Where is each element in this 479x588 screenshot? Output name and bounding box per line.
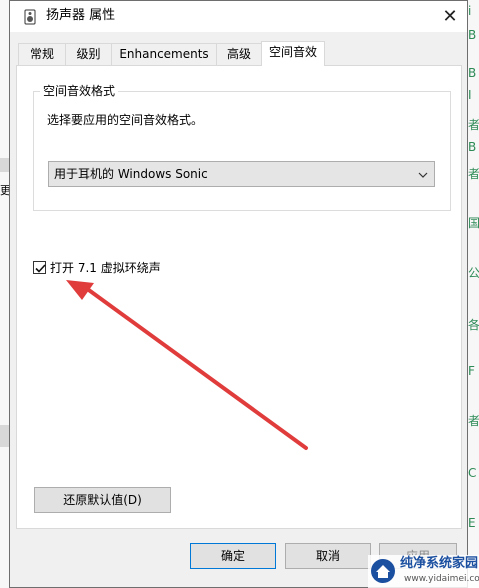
group-description: 选择要应用的空间音效格式。 [47, 113, 204, 127]
tab-spatial-sound[interactable]: 空间音效 [261, 41, 325, 66]
background-char: B [468, 66, 477, 80]
dropdown-value: 用于耳机的 Windows Sonic [54, 167, 208, 181]
watermark: 纯净系统家园 www.yidaimei.com [368, 555, 479, 588]
watermark-name: 纯净系统家园 [400, 556, 479, 571]
virtual-surround-label: 打开 7.1 虚拟环绕声 [50, 261, 161, 275]
ok-button[interactable]: 确定 [190, 543, 276, 569]
close-button[interactable]: ✕ [433, 1, 467, 32]
group-title: 空间音效格式 [40, 83, 119, 99]
spatial-sound-panel: 空间音效格式 选择要应用的空间音效格式。 用于耳机的 Windows Sonic… [16, 65, 462, 529]
background-char: 国 [468, 216, 479, 230]
window-title: 扬声器 属性 [46, 8, 116, 23]
background-char: i [468, 4, 472, 18]
background-char: 公 [468, 266, 479, 280]
tab-levels[interactable]: 级别 [65, 43, 112, 65]
speaker-icon [22, 9, 38, 25]
watermark-url: www.yidaimei.com [404, 574, 479, 584]
speaker-properties-dialog: 扬声器 属性 ✕ 常规 级别 Enhancements 高级 空间音效 空间音效… [9, 0, 468, 588]
background-char: C [468, 466, 477, 480]
background-char: B [468, 28, 477, 42]
cancel-button[interactable]: 取消 [285, 543, 371, 569]
close-icon: ✕ [442, 6, 458, 27]
background-char: 各 [468, 318, 479, 332]
background-char: 者 [468, 118, 479, 132]
watermark-logo-icon [370, 558, 396, 584]
tab-enhancements[interactable]: Enhancements [111, 43, 217, 65]
background-char: F [468, 364, 475, 378]
background-char: B [468, 140, 477, 154]
chevron-down-icon [418, 169, 428, 179]
background-char: 者 [468, 167, 479, 181]
virtual-surround-checkbox[interactable] [33, 261, 46, 274]
spatial-format-dropdown[interactable]: 用于耳机的 Windows Sonic [48, 161, 435, 187]
title-bar[interactable]: 扬声器 属性 ✕ [10, 1, 467, 32]
background-char: E [468, 516, 476, 530]
tab-general[interactable]: 常规 [18, 43, 66, 65]
spatial-format-group: 空间音效格式 [33, 83, 451, 211]
background-char: I [468, 88, 472, 102]
restore-defaults-button[interactable]: 还原默认值(D) [34, 487, 171, 513]
background-char: 者 [468, 414, 479, 428]
tab-advanced[interactable]: 高级 [216, 43, 262, 65]
